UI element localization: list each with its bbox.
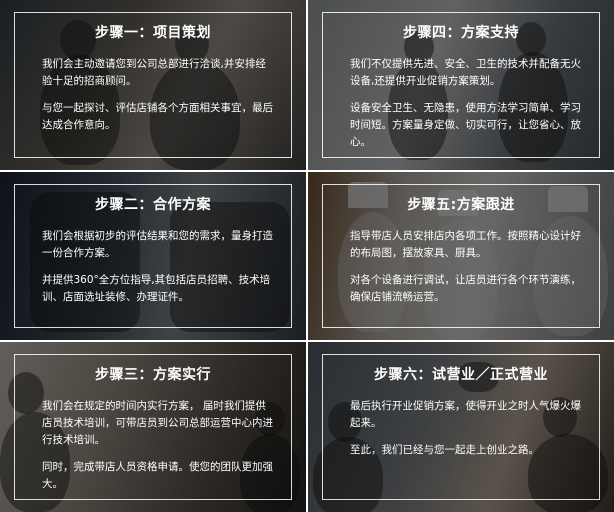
step-panel-3: 步骤三：方案实行 我们会在规定的时间内实行方案， 届时我们提供店员技术培训，可带… (0, 342, 306, 512)
step-panel-1: 步骤一：项目策划 我们会主动邀请您到公司总部进行洽谈,并安排经验十足的招商顾问。… (0, 0, 306, 170)
step-panel-5: 步骤五:方案跟进 指导带店人员安排店内各项工作。按照精心设计好的布局图，摆放家具… (308, 172, 614, 340)
paragraph: 最后执行开业促销方案，使得开业之时人气爆火爆起来。 (350, 400, 581, 429)
step-title: 步骤四：方案支持 (403, 25, 519, 41)
step-panel-6: 步骤六：试营业／正式营业 最后执行开业促销方案，使得开业之时人气爆火爆起来。 至… (308, 342, 614, 512)
paragraph: 我们不仅提供先进、安全、卫生的技术并配备无火设备,还提供开业促销方案策划。 (350, 58, 581, 87)
step-description: 指导带店人员安排店内各项工作。按照精心设计好的布局图，摆放家具、厨具。 对各个设… (350, 228, 584, 316)
paragraph: 我们会根据初步的评估结果和您的需求，量身打造一份合作方案。 (42, 230, 273, 259)
step-title: 步骤一：项目策划 (95, 25, 211, 41)
paragraph: 并提供360°全方位指导,其包括店员招聘、技术培训、店面选址装修、办理证件。 (42, 274, 271, 303)
step-panel-4: 步骤四：方案支持 我们不仅提供先进、安全、卫生的技术并配备无火设备,还提供开业促… (308, 0, 614, 170)
step-description: 最后执行开业促销方案，使得开业之时人气爆火爆起来。 至此，我们已经与您一起走上创… (350, 398, 584, 469)
paragraph: 设备安全卫生、无隐患，使用方法学习简单、学习时间短。方案量身定做、切实可行，让您… (350, 102, 581, 148)
step-description: 我们不仅提供先进、安全、卫生的技术并配备无火设备,还提供开业促销方案策划。 设备… (350, 56, 584, 161)
paragraph: 指导带店人员安排店内各项工作。按照精心设计好的布局图，摆放家具、厨具。 (350, 230, 581, 259)
paragraph: 对各个设备进行调试，让店员进行各个环节演练，确保店铺流畅运营。 (350, 274, 581, 303)
process-steps-grid: 步骤一：项目策划 我们会主动邀请您到公司总部进行洽谈,并安排经验十足的招商顾问。… (0, 0, 614, 512)
paragraph: 同时，完成带店人员资格申请。使您的团队更加强大。 (42, 461, 273, 490)
step-title: 步骤三：方案实行 (95, 367, 211, 383)
step-title: 步骤二：合作方案 (95, 197, 211, 213)
step-panel-2: 步骤二：合作方案 我们会根据初步的评估结果和您的需求，量身打造一份合作方案。 并… (0, 172, 306, 340)
paragraph: 与您一起探讨、评估店铺各个方面相关事宜，最后达成合作意向。 (42, 102, 273, 131)
step-description: 我们会在规定的时间内实行方案， 届时我们提供店员技术培训，可带店员到公司总部运营… (42, 398, 276, 503)
paragraph: 我们会在规定的时间内实行方案， 届时我们提供店员技术培训，可带店员到公司总部运营… (42, 400, 273, 446)
step-description: 我们会主动邀请您到公司总部进行洽谈,并安排经验十足的招商顾问。 与您一起探讨、评… (42, 56, 276, 144)
step-title: 步骤五:方案跟进 (407, 197, 515, 213)
paragraph: 我们会主动邀请您到公司总部进行洽谈,并安排经验十足的招商顾问。 (42, 58, 266, 87)
step-title: 步骤六：试营业／正式营业 (374, 367, 548, 383)
step-description: 我们会根据初步的评估结果和您的需求，量身打造一份合作方案。 并提供360°全方位… (42, 228, 276, 316)
paragraph: 至此，我们已经与您一起走上创业之路。 (350, 444, 539, 456)
